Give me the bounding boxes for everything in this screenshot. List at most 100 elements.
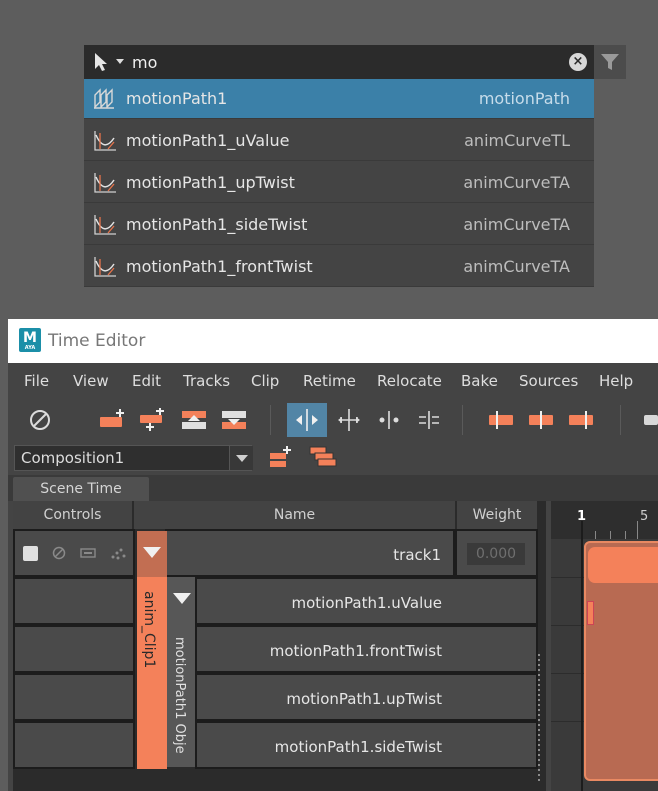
- anim-curve-icon: [92, 213, 118, 241]
- track-name: track1: [393, 546, 441, 564]
- new-composition-icon[interactable]: [266, 443, 296, 473]
- move-tool-icon[interactable]: [287, 403, 327, 437]
- search-popup: × motionPath1 motionPath motionPath1_uVa…: [84, 45, 626, 287]
- result-name: motionPath1_upTwist: [126, 173, 295, 192]
- result-type: animCurveTA: [463, 215, 570, 234]
- menu-file[interactable]: File: [24, 372, 49, 390]
- attribute-controls: [13, 577, 135, 625]
- clear-search-icon[interactable]: ×: [569, 53, 587, 71]
- keyframe-marker[interactable]: [587, 601, 594, 625]
- menu-retime[interactable]: Retime: [303, 372, 356, 390]
- filter-icon[interactable]: [594, 45, 626, 79]
- mute-track-icon[interactable]: [51, 545, 67, 565]
- clip-object-label: motionPath1 Obje: [172, 637, 187, 754]
- solo-track-icon[interactable]: [79, 545, 97, 565]
- split-clip-icon[interactable]: [374, 403, 404, 437]
- clip-icon[interactable]: [640, 403, 658, 437]
- track-enable-checkbox[interactable]: [23, 546, 38, 561]
- group-expand-toggle[interactable]: [167, 577, 195, 607]
- title-bar[interactable]: M AYA Time Editor: [8, 319, 658, 363]
- menu-bar: File View Edit Tracks Clip Retime Reloca…: [8, 363, 658, 399]
- track-panel: Controls Name Weight track1 0.000 anim_C…: [13, 501, 546, 791]
- trim-end-icon[interactable]: [564, 403, 598, 437]
- attribute-row[interactable]: motionPath1.sideTwist: [195, 721, 538, 769]
- track-weight-cell: 0.000: [455, 529, 538, 577]
- composition-row: Composition1: [8, 441, 658, 475]
- result-name: motionPath1: [126, 89, 228, 108]
- trim-middle-icon[interactable]: [524, 403, 558, 437]
- composition-list-icon[interactable]: [306, 443, 340, 473]
- search-result-uvalue[interactable]: motionPath1_uValue animCurveTL: [84, 121, 594, 161]
- trim-start-icon[interactable]: [484, 403, 518, 437]
- attribute-name: motionPath1.frontTwist: [269, 642, 442, 660]
- maya-logo-icon: M AYA: [19, 328, 41, 352]
- attribute-row[interactable]: motionPath1.uValue: [195, 577, 538, 625]
- ruler-tick: [595, 531, 596, 539]
- anim-curve-icon: [92, 129, 118, 157]
- attribute-controls: [13, 625, 135, 673]
- move-track-down-icon[interactable]: [218, 403, 252, 437]
- add-track-icon[interactable]: [96, 403, 130, 437]
- search-bar: ×: [84, 45, 594, 79]
- current-time-indicator[interactable]: [581, 521, 583, 791]
- search-result-uptwist[interactable]: motionPath1_upTwist animCurveTA: [84, 163, 594, 203]
- ruler-tick: [625, 531, 626, 539]
- search-input[interactable]: [132, 49, 552, 75]
- logo-letter: M: [23, 330, 37, 346]
- attribute-name: motionPath1.uValue: [291, 594, 442, 612]
- menu-bake[interactable]: Bake: [461, 372, 498, 390]
- timeline-area[interactable]: 1 5: [551, 501, 658, 791]
- chevron-down-icon[interactable]: [116, 59, 124, 64]
- mute-icon[interactable]: [26, 403, 56, 437]
- chevron-down-icon[interactable]: [229, 446, 253, 470]
- search-result-motionpath1[interactable]: motionPath1 motionPath: [84, 79, 594, 119]
- column-header-name: Name: [134, 501, 456, 529]
- result-type: animCurveTL: [464, 131, 570, 150]
- track-name-cell[interactable]: track1: [165, 529, 455, 577]
- search-result-fronttwist[interactable]: motionPath1_frontTwist animCurveTA: [84, 247, 594, 287]
- search-result-sidetwist[interactable]: motionPath1_sideTwist animCurveTA: [84, 205, 594, 245]
- merge-clip-icon[interactable]: [414, 403, 444, 437]
- anim-curve-icon: [92, 171, 118, 199]
- result-name: motionPath1_sideTwist: [126, 215, 308, 234]
- attribute-name: motionPath1.upTwist: [286, 690, 442, 708]
- column-header-controls: Controls: [13, 501, 133, 529]
- logo-subtext: AYA: [24, 345, 36, 351]
- panel-splitter-handle[interactable]: [537, 654, 541, 791]
- scale-tool-icon[interactable]: [334, 403, 364, 437]
- menu-edit[interactable]: Edit: [132, 372, 161, 390]
- attribute-row[interactable]: motionPath1.upTwist: [195, 673, 538, 721]
- time-ruler[interactable]: 1 5: [551, 501, 658, 539]
- menu-relocate[interactable]: Relocate: [377, 372, 442, 390]
- track-weight-field[interactable]: 0.000: [467, 543, 525, 565]
- lock-track-icon[interactable]: [109, 545, 127, 565]
- track-expand-toggle[interactable]: [137, 531, 167, 577]
- menu-help[interactable]: Help: [599, 372, 633, 390]
- menu-view[interactable]: View: [73, 372, 109, 390]
- attribute-controls: [13, 673, 135, 721]
- menu-sources[interactable]: Sources: [519, 372, 578, 390]
- timeline-clip-header[interactable]: [588, 547, 658, 583]
- toolbar-separator: [462, 405, 463, 435]
- attribute-row[interactable]: motionPath1.frontTwist: [195, 625, 538, 673]
- toolbar-separator: [270, 405, 271, 435]
- track-controls: [13, 529, 135, 577]
- clip-object-group[interactable]: motionPath1 Obje: [167, 577, 195, 767]
- toolbar: [8, 399, 658, 441]
- result-name: motionPath1_frontTwist: [126, 257, 313, 276]
- result-type: animCurveTA: [463, 173, 570, 192]
- tab-scene-time[interactable]: Scene Time: [13, 477, 149, 501]
- result-type: animCurveTA: [463, 257, 570, 276]
- window-title: Time Editor: [48, 331, 146, 351]
- ruler-tick: [610, 531, 611, 539]
- composition-dropdown[interactable]: Composition1: [14, 445, 253, 471]
- tab-bar: Scene Time: [8, 475, 658, 501]
- select-cursor-icon[interactable]: [92, 52, 110, 76]
- column-header-weight: Weight: [457, 501, 538, 529]
- toolbar-separator: [620, 405, 621, 435]
- ruler-tick: [637, 521, 638, 539]
- menu-clip[interactable]: Clip: [251, 372, 279, 390]
- move-track-up-icon[interactable]: [178, 403, 212, 437]
- menu-tracks[interactable]: Tracks: [183, 372, 230, 390]
- add-child-track-icon[interactable]: [136, 403, 170, 437]
